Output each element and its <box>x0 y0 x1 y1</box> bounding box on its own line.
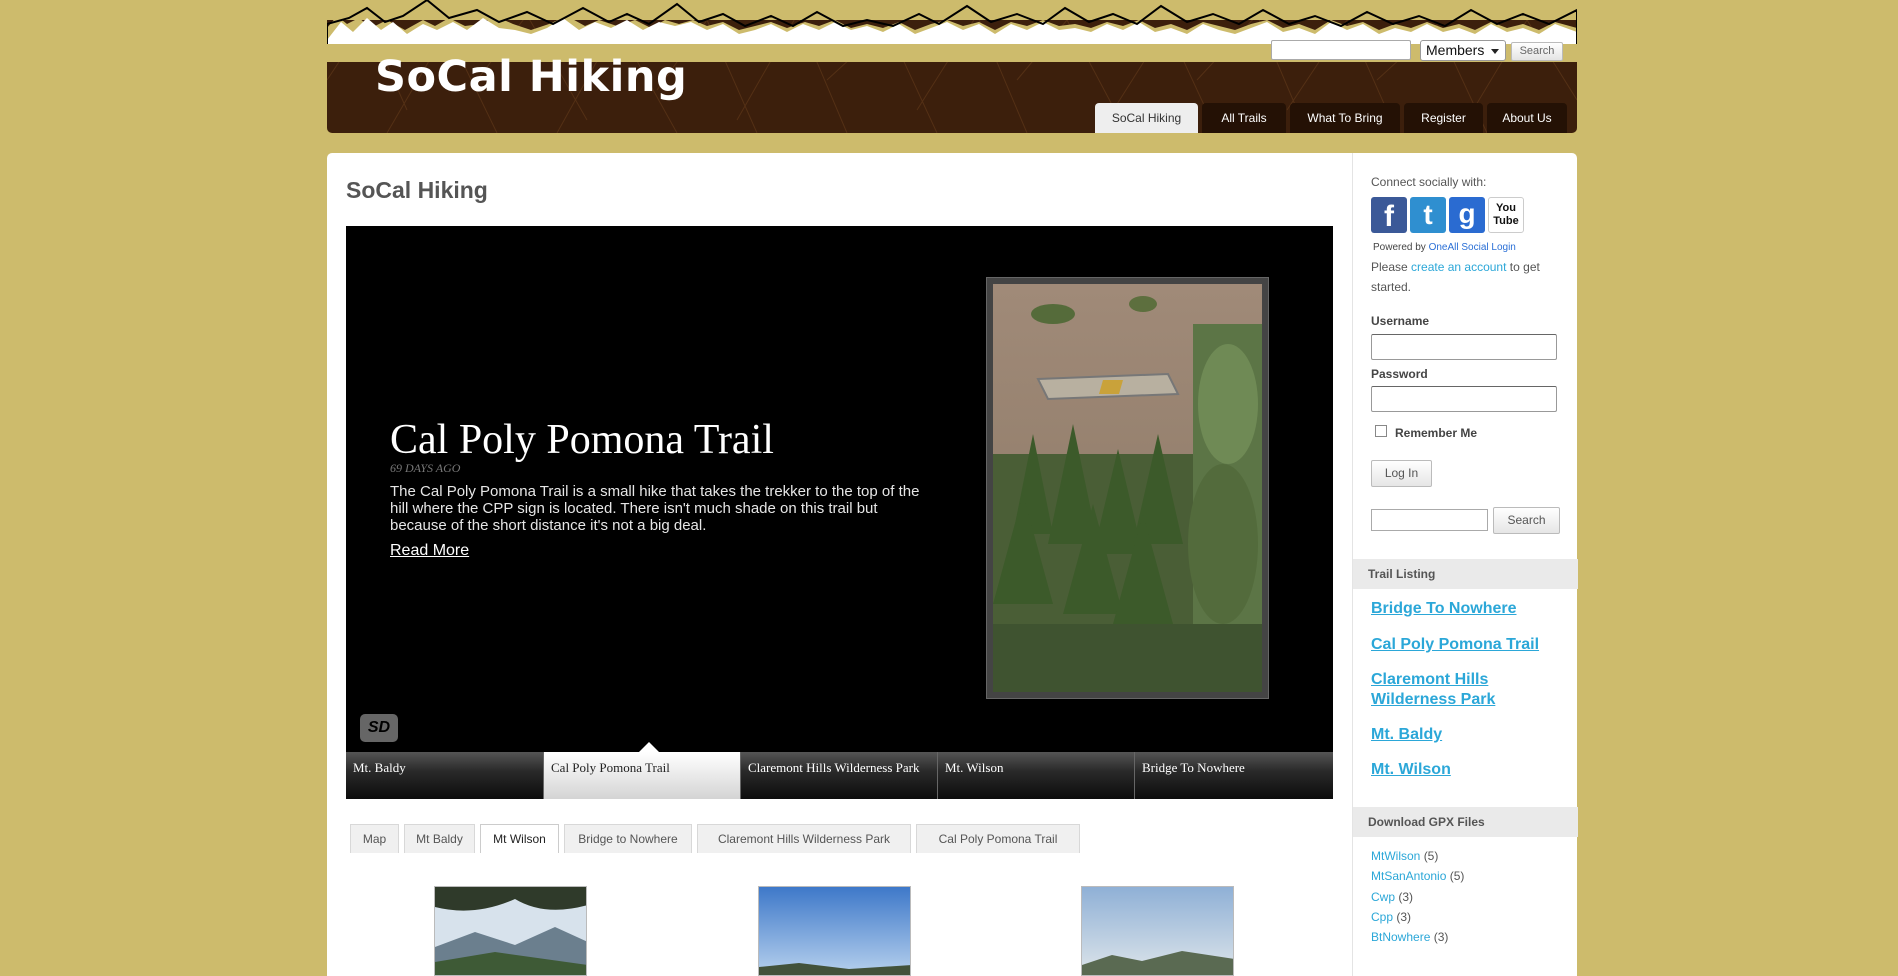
slide-description: The Cal Poly Pomona Trail is a small hik… <box>390 483 920 534</box>
slider-tab-cal-poly-pomona[interactable]: Cal Poly Pomona Trail <box>544 752 741 799</box>
gallery-tab-map[interactable]: Map <box>350 824 399 853</box>
trail-link-mt-wilson[interactable]: Mt. Wilson <box>1371 760 1561 780</box>
main-panel: SoCal Hiking Cal Poly Pomona Trail 69 DA… <box>327 153 1578 976</box>
chevron-down-icon <box>1491 49 1499 54</box>
slide-photo[interactable] <box>986 277 1269 699</box>
header-search-button[interactable]: Search <box>1511 42 1563 61</box>
remember-me-checkbox[interactable] <box>1375 425 1387 437</box>
gallery-tab-mt-baldy[interactable]: Mt Baldy <box>404 824 475 853</box>
nav-tab-about-us[interactable]: About Us <box>1487 103 1567 133</box>
slider-tab-mt-wilson[interactable]: Mt. Wilson <box>938 752 1135 799</box>
login-button[interactable]: Log In <box>1371 460 1432 487</box>
sidebar: Connect socially with: f t g You Tube Po… <box>1352 153 1578 976</box>
gpx-count: (3) <box>1398 890 1414 904</box>
trail-listing-title: Trail Listing <box>1353 559 1578 589</box>
youtube-icon[interactable]: You Tube <box>1488 197 1524 233</box>
remember-me-label: Remember Me <box>1395 426 1478 440</box>
gallery-thumbnail[interactable] <box>434 886 587 976</box>
create-account-link[interactable]: create an account <box>1411 260 1506 274</box>
trail-link-claremont-hills[interactable]: Claremont Hills Wilderness Park <box>1371 670 1561 710</box>
gallery-thumbnail[interactable] <box>758 886 911 976</box>
sidebar-search-button[interactable]: Search <box>1493 507 1560 534</box>
nav-tab-all-trails[interactable]: All Trails <box>1202 103 1286 133</box>
oneall-link[interactable]: OneAll Social Login <box>1429 242 1516 253</box>
slider-tab-claremont-hills[interactable]: Claremont Hills Wilderness Park <box>741 752 938 799</box>
gpx-link-cwp[interactable]: Cwp <box>1371 890 1395 904</box>
gpx-count: (3) <box>1396 910 1412 924</box>
username-label: Username <box>1371 314 1430 328</box>
sidebar-search-input[interactable] <box>1371 509 1488 531</box>
gpx-link-mtsanantonio[interactable]: MtSanAntonio <box>1371 869 1446 883</box>
slide-title[interactable]: Cal Poly Pomona Trail <box>390 416 774 464</box>
read-more-link[interactable]: Read More <box>390 542 469 560</box>
gallery-tab-bridge-to-nowhere[interactable]: Bridge to Nowhere <box>564 824 692 853</box>
gpx-item: Cwp (3) <box>1371 890 1413 904</box>
members-select-value: Members <box>1426 42 1485 58</box>
gpx-item: BtNowhere (3) <box>1371 930 1448 944</box>
twitter-icon[interactable]: t <box>1410 197 1446 233</box>
gpx-count: (5) <box>1423 849 1439 863</box>
powered-by: Powered by OneAll Social Login <box>1373 242 1516 253</box>
trail-link-mt-baldy[interactable]: Mt. Baldy <box>1371 725 1561 745</box>
members-select[interactable]: Members <box>1420 40 1506 61</box>
please-prefix: Please <box>1371 260 1408 274</box>
download-gpx-title: Download GPX Files <box>1353 807 1578 837</box>
site-title[interactable]: SoCal Hiking <box>375 52 687 102</box>
trail-link-cal-poly-pomona[interactable]: Cal Poly Pomona Trail <box>1371 635 1561 655</box>
gallery-thumbnail[interactable] <box>1081 886 1234 976</box>
gallery-tab-claremont-hills[interactable]: Claremont Hills Wilderness Park <box>697 824 911 853</box>
powered-by-label: Powered by <box>1373 242 1426 253</box>
gpx-link-cpp[interactable]: Cpp <box>1371 910 1393 924</box>
nav-tab-register[interactable]: Register <box>1404 103 1483 133</box>
gpx-link-btnowhere[interactable]: BtNowhere <box>1371 930 1430 944</box>
slide-date: 69 DAYS AGO <box>390 461 461 475</box>
gpx-link-mtwilson[interactable]: MtWilson <box>1371 849 1420 863</box>
gpx-count: (5) <box>1449 869 1465 883</box>
slider-tabs: Mt. Baldy Cal Poly Pomona Trail Claremon… <box>346 752 1333 799</box>
gpx-item: MtSanAntonio (5) <box>1371 869 1464 883</box>
active-tab-pointer <box>639 742 659 752</box>
username-field[interactable] <box>1371 334 1557 360</box>
password-field[interactable] <box>1371 386 1557 412</box>
gallery-tab-cal-poly-pomona[interactable]: Cal Poly Pomona Trail <box>916 824 1080 853</box>
gpx-count: (3) <box>1433 930 1449 944</box>
page-title: SoCal Hiking <box>346 177 488 203</box>
trail-photo-image <box>993 284 1262 692</box>
connect-socially-label: Connect socially with: <box>1371 175 1487 189</box>
nav-tab-what-to-bring[interactable]: What To Bring <box>1290 103 1400 133</box>
trail-link-bridge-to-nowhere[interactable]: Bridge To Nowhere <box>1371 599 1561 619</box>
slider-tab-mt-baldy[interactable]: Mt. Baldy <box>346 752 544 799</box>
gallery-tab-mt-wilson[interactable]: Mt Wilson <box>480 824 559 853</box>
gpx-item: Cpp (3) <box>1371 910 1411 924</box>
facebook-icon[interactable]: f <box>1371 197 1407 233</box>
gpx-item: MtWilson (5) <box>1371 849 1438 863</box>
google-icon[interactable]: g <box>1449 197 1485 233</box>
create-account-prompt: Please create an account to get started. <box>1371 257 1561 297</box>
nav-tab-socal-hiking[interactable]: SoCal Hiking <box>1095 103 1198 133</box>
slider-tab-bridge-to-nowhere[interactable]: Bridge To Nowhere <box>1135 752 1333 799</box>
password-label: Password <box>1371 367 1428 381</box>
sd-logo-icon: SD <box>360 714 398 742</box>
site-header: SoCal Hiking Members Search SoCal Hiking… <box>327 0 1577 133</box>
featured-slider: Cal Poly Pomona Trail 69 DAYS AGO The Ca… <box>346 226 1333 799</box>
header-search-input[interactable] <box>1271 40 1411 60</box>
